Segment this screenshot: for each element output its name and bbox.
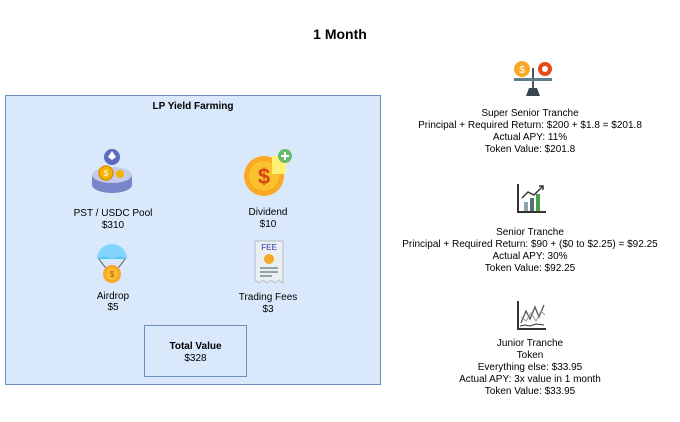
dividend-value: $10 [259, 219, 277, 230]
lp-box-title: LP Yield Farming [152, 101, 234, 112]
svg-text:$: $ [104, 169, 109, 178]
svg-text:$: $ [110, 270, 115, 279]
svg-text:$: $ [519, 65, 525, 76]
growth-chart-icon [516, 182, 548, 214]
junior-token-value: Token Value: $33.95 [484, 386, 576, 397]
svg-text:FEE: FEE [261, 243, 277, 252]
coin-pool-icon: $ [88, 147, 136, 199]
senior-token-value: Token Value: $92.25 [484, 263, 576, 274]
super-senior-name: Super Senior Tranche [481, 108, 579, 119]
airdrop-value: $5 [107, 302, 119, 313]
dividend-label: Dividend [248, 207, 288, 218]
fees-value: $3 [262, 304, 274, 315]
junior-token: Token [516, 350, 544, 361]
senior-apy: Actual APY: 30% [492, 251, 568, 262]
balance-scale-icon: $ [510, 58, 556, 98]
airdrop-parachute-icon: $ [95, 241, 129, 285]
pool-value: $310 [101, 220, 125, 231]
junior-everything-else: Everything else: $33.95 [477, 362, 583, 373]
pool-label: PST / USDC Pool [73, 208, 153, 219]
total-value-label: Total Value [169, 341, 222, 352]
super-senior-token-value: Token Value: $201.8 [484, 144, 576, 155]
super-senior-principal: Principal + Required Return: $200 + $1.8… [418, 120, 642, 131]
dividend-icon: $ [242, 148, 296, 198]
junior-name: Junior Tranche [496, 338, 564, 349]
total-value-amount: $328 [184, 353, 207, 364]
super-senior-apy: Actual APY: 11% [492, 132, 568, 143]
fees-label: Trading Fees [238, 292, 298, 303]
volatile-chart-icon [516, 299, 548, 331]
senior-name: Senior Tranche [496, 227, 564, 238]
fee-receipt-icon: FEE [252, 239, 286, 285]
svg-text:$: $ [258, 164, 270, 189]
page-title: 1 Month [313, 26, 367, 42]
junior-apy: Actual APY: 3x value in 1 month [459, 374, 601, 385]
senior-principal: Principal + Required Return: $90 + ($0 t… [402, 239, 658, 250]
